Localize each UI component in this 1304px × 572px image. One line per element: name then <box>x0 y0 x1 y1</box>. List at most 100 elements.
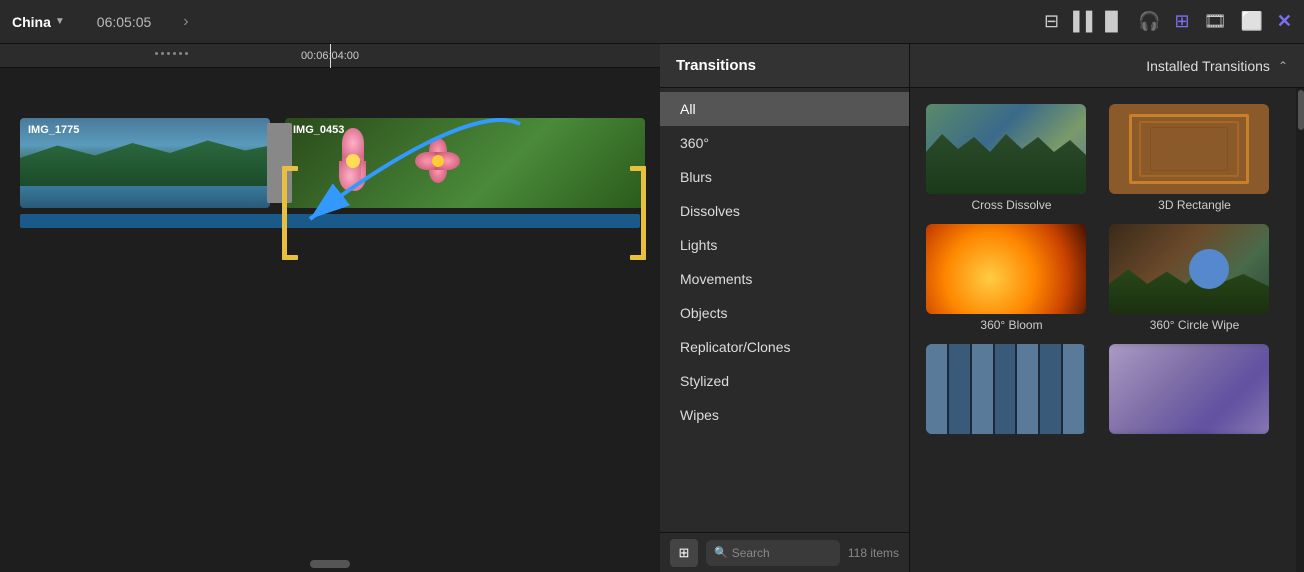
scrollbar-track[interactable] <box>1296 88 1304 572</box>
blur-thumbnail <box>1109 344 1269 434</box>
transitions-panel: Transitions All 360° Blurs Dissolves Lig… <box>660 44 910 572</box>
timeline-tracks: IMG_1775 <box>0 68 660 238</box>
clip2[interactable]: IMG_0453 <box>285 118 645 208</box>
browser-header: Installed Transitions ⌃ <box>910 44 1304 88</box>
blind-strip1 <box>926 344 949 434</box>
transitions-title: Transitions <box>676 57 756 74</box>
thumb-3d-rectangle[interactable]: 3D Rectangle <box>1109 104 1280 212</box>
blind-strip3 <box>972 344 995 434</box>
transition-item-label: 360° <box>680 135 709 151</box>
transition-item-wipes[interactable]: Wipes <box>660 398 909 432</box>
project-name[interactable]: China ▼ <box>12 14 65 30</box>
transition-item-label: Replicator/Clones <box>680 339 791 355</box>
circle-wipe-bg <box>1109 224 1269 314</box>
cross-dissolve-bg <box>926 104 1086 194</box>
mountains-shape <box>20 138 270 188</box>
cross-dissolve-label: Cross Dissolve <box>926 198 1097 212</box>
transitions-bottom-bar: ⊞ 🔍 Search 118 items <box>660 532 909 572</box>
flower2 <box>415 138 460 183</box>
transition-item-stylized[interactable]: Stylized <box>660 364 909 398</box>
browser-grid: Cross Dissolve 3D Rectangle <box>910 88 1296 572</box>
thumb-360-circle-wipe[interactable]: 360° Circle Wipe <box>1109 224 1280 332</box>
rect3d-border3 <box>1150 127 1228 171</box>
3d-rectangle-label: 3D Rectangle <box>1109 198 1280 212</box>
transition-item-replicator[interactable]: Replicator/Clones <box>660 330 909 364</box>
3d-rectangle-thumbnail <box>1109 104 1269 194</box>
installed-transitions-label: Installed Transitions <box>1146 58 1270 74</box>
cross-dissolve-thumbnail <box>926 104 1086 194</box>
blind-strip7 <box>1063 344 1086 434</box>
transition-item-label: Lights <box>680 237 717 253</box>
grid-view-button[interactable]: ⊞ <box>670 539 698 567</box>
transition-item-movements[interactable]: Movements <box>660 262 909 296</box>
timeline-area: 00:06:04:00 IMG_1775 <box>0 44 660 572</box>
items-count: 118 items <box>848 546 899 560</box>
thumb-blur[interactable] <box>1109 344 1280 438</box>
flower1 <box>325 133 380 188</box>
thumb-360-bloom[interactable]: 360° Bloom <box>926 224 1097 332</box>
transition-item-blurs[interactable]: Blurs <box>660 160 909 194</box>
360-bloom-label: 360° Bloom <box>926 318 1097 332</box>
forward-arrow-icon[interactable]: › <box>183 13 188 31</box>
transition-item-label: Movements <box>680 271 752 287</box>
transitions-list: All 360° Blurs Dissolves Lights Movement… <box>660 88 909 532</box>
ruler-dot <box>179 52 182 55</box>
blind-thumbnail <box>926 344 1086 434</box>
audio-strip <box>20 214 640 228</box>
ruler-dot <box>155 52 158 55</box>
grid-icon[interactable]: ⊞ <box>1175 11 1190 32</box>
dropdown-arrow-icon[interactable]: ⌃ <box>1278 59 1288 73</box>
search-placeholder: Search <box>732 546 770 560</box>
magnetic-strip-icon[interactable]: ⊟ <box>1044 11 1059 32</box>
transition-item-objects[interactable]: Objects <box>660 296 909 330</box>
timeline-scroll[interactable] <box>310 560 350 568</box>
scrollbar-thumb[interactable] <box>1298 90 1304 130</box>
transition-item-label: Objects <box>680 305 727 321</box>
transition-item-label: Wipes <box>680 407 719 423</box>
cd-trees <box>926 134 1086 194</box>
clip1[interactable]: IMG_1775 <box>20 118 270 208</box>
top-bar: China ▼ 06:05:05 › ⊟ ▌▌▐▌ 🎧 ⊞ 🎞 ⬜ ✕ <box>0 0 1304 44</box>
360-bloom-thumbnail <box>926 224 1086 314</box>
transitions-header: Transitions <box>660 44 909 88</box>
thumb-blind[interactable] <box>926 344 1097 438</box>
transition-item-lights[interactable]: Lights <box>660 228 909 262</box>
transition-item-360[interactable]: 360° <box>660 126 909 160</box>
360-circle-wipe-label: 360° Circle Wipe <box>1109 318 1280 332</box>
x-icon[interactable]: ✕ <box>1277 11 1292 32</box>
main-content: 00:06:04:00 IMG_1775 <box>0 44 1304 572</box>
grid-view-icon: ⊞ <box>679 545 690 561</box>
ruler-dot <box>185 52 188 55</box>
transition-block[interactable] <box>267 123 292 203</box>
monitor-icon[interactable]: ⬜ <box>1240 11 1262 32</box>
film-icon[interactable]: 🎞 <box>1204 11 1227 32</box>
browser-content-wrapper: Cross Dissolve 3D Rectangle <box>910 88 1304 572</box>
rect3d-bg <box>1109 104 1269 194</box>
ruler-dots <box>155 52 188 55</box>
ruler-dot <box>167 52 170 55</box>
transition-item-all[interactable]: All <box>660 92 909 126</box>
blind-strip5 <box>1017 344 1040 434</box>
bloom-bg <box>926 224 1086 314</box>
search-icon: 🔍 <box>714 546 728 559</box>
ruler-dot <box>173 52 176 55</box>
headphone-icon[interactable]: 🎧 <box>1138 11 1160 32</box>
waveform-icon[interactable]: ▌▌▐▌ <box>1073 11 1124 32</box>
transition-item-dissolves[interactable]: Dissolves <box>660 194 909 228</box>
project-label: China <box>12 14 51 30</box>
transition-item-label: Blurs <box>680 169 712 185</box>
timecode-display: 06:05:05 <box>97 14 152 30</box>
blind-bg <box>926 344 1086 434</box>
water-shape <box>20 186 270 208</box>
blind-strip6 <box>1040 344 1063 434</box>
thumb-cross-dissolve[interactable]: Cross Dissolve <box>926 104 1097 212</box>
clip1-label: IMG_1775 <box>28 124 79 136</box>
360-circle-wipe-thumbnail <box>1109 224 1269 314</box>
toolbar-right: ⊟ ▌▌▐▌ 🎧 ⊞ 🎞 ⬜ ✕ <box>1044 11 1292 32</box>
search-bar[interactable]: 🔍 Search <box>706 540 840 566</box>
blur-bg <box>1109 344 1269 434</box>
clip2-label: IMG_0453 <box>293 124 344 136</box>
ruler-dot <box>161 52 164 55</box>
timeline-ruler: 00:06:04:00 <box>0 44 660 68</box>
chevron-down-icon: ▼ <box>55 16 65 27</box>
